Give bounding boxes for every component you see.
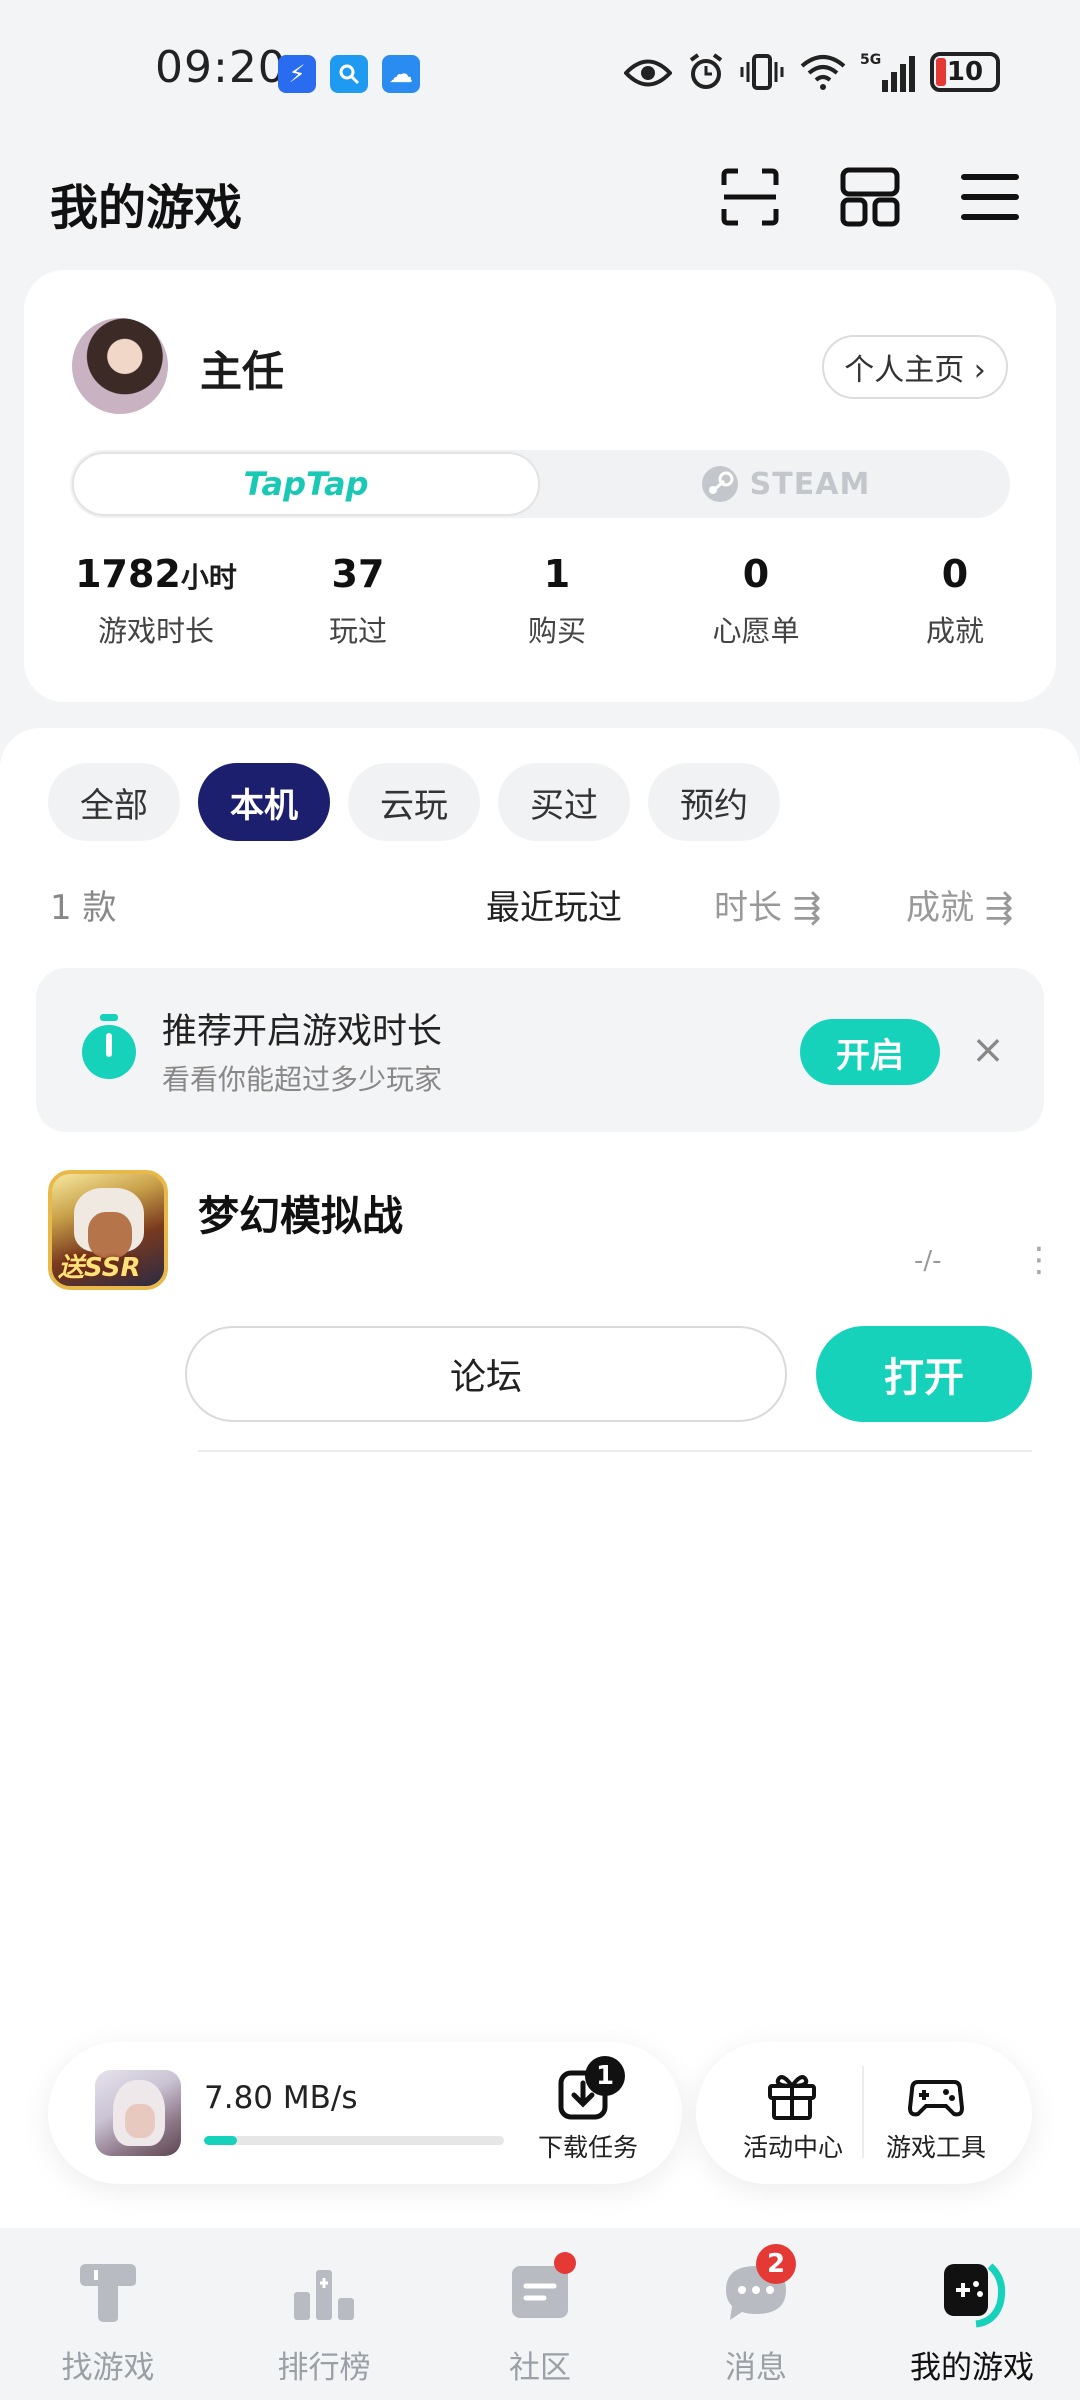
steam-tab[interactable]: STEAM	[560, 452, 1010, 516]
wifi-icon	[800, 55, 846, 90]
signal-5g-icon: 5G	[860, 52, 915, 92]
stat-achievements[interactable]: 0 成就	[855, 552, 1055, 650]
sort-recent[interactable]: 最近玩过	[486, 880, 622, 929]
nav-messages[interactable]: 2 消息	[648, 2244, 864, 2387]
game-tools-label[interactable]: 游戏工具	[886, 2128, 986, 2164]
game-icon[interactable]: 送SSR	[48, 1170, 168, 1290]
vibrate-icon	[740, 54, 784, 90]
eye-icon	[624, 59, 672, 87]
page-title: 我的游戏	[50, 180, 243, 236]
stat-label: 成就	[925, 614, 984, 648]
nav-label: 我的游戏	[910, 2350, 1034, 2386]
banner-title: 推荐开启游戏时长	[162, 1012, 443, 1052]
filter-local[interactable]: 本机	[198, 763, 330, 841]
game-list-panel	[0, 728, 1080, 2228]
steam-logo-icon	[701, 466, 738, 502]
filter-reserved[interactable]: 预约	[648, 763, 780, 841]
nav-label: 社区	[509, 2350, 571, 2386]
community-icon-wrap	[504, 2252, 576, 2328]
avatar[interactable]	[72, 318, 168, 414]
search-app-icon	[330, 55, 368, 93]
stat-label: 玩过	[328, 614, 387, 648]
svg-text:5G: 5G	[860, 52, 881, 68]
stat-label: 购买	[527, 614, 586, 648]
close-icon[interactable]: ×	[968, 1030, 1008, 1070]
stat-purchased[interactable]: 1 购买	[457, 552, 657, 650]
gift-icon[interactable]	[764, 2066, 820, 2122]
menu-icon[interactable]	[958, 165, 1022, 229]
download-task-label[interactable]: 下载任务	[538, 2128, 638, 2164]
nav-ranking[interactable]: 排行榜	[216, 2256, 432, 2387]
filter-all[interactable]: 全部	[48, 763, 180, 841]
stat-value: 1	[543, 552, 571, 596]
nav-label: 找游戏	[61, 2350, 155, 2386]
ranking-icon	[294, 2270, 354, 2320]
stat-unit: 小时	[180, 561, 237, 594]
stopwatch-icon	[82, 1014, 136, 1079]
nav-community[interactable]: 社区	[432, 2252, 648, 2387]
gamepad-icon[interactable]	[908, 2066, 964, 2122]
stat-label: 游戏时长	[97, 614, 214, 648]
activity-center-label[interactable]: 活动中心	[743, 2128, 843, 2164]
nav-label: 消息	[725, 2350, 787, 2386]
user-name: 主任	[200, 347, 285, 396]
stat-value: 0	[742, 552, 770, 596]
enable-playtime-button[interactable]: 开启	[800, 1019, 940, 1085]
nav-my-games[interactable]: 我的游戏	[864, 2256, 1080, 2387]
game-playtime: -/-	[914, 1246, 942, 1276]
status-time: 09:20	[155, 42, 287, 93]
taptap-tab[interactable]: TapTap	[72, 452, 540, 516]
status-bar: 09:20 ⚡ ☁ 5G 10	[0, 0, 1080, 140]
steam-tab-label: STEAM	[749, 466, 871, 502]
stat-playtime[interactable]: 1782小时 游戏时长	[56, 552, 256, 650]
bolt-app-icon: ⚡	[278, 55, 316, 93]
download-speed: 7.80 MB/s	[204, 2080, 358, 2116]
homepage-button[interactable]: 个人主页 ›	[822, 335, 1008, 399]
filter-cloud[interactable]: 云玩	[348, 763, 480, 841]
game-name[interactable]: 梦幻模拟战	[198, 1182, 403, 1242]
alarm-icon	[689, 53, 723, 89]
weather-app-icon: ☁	[382, 55, 420, 93]
stat-value: 0	[941, 552, 969, 596]
divider	[198, 1450, 1032, 1452]
stat-label: 心愿单	[712, 614, 800, 648]
banner-subtitle: 看看你能超过多少玩家	[162, 1063, 443, 1096]
nav-find-game[interactable]: 找游戏	[0, 2256, 216, 2387]
community-dot	[554, 2252, 576, 2274]
message-badge: 2	[756, 2244, 796, 2284]
stat-value: 1782	[75, 552, 181, 596]
sort-achievement[interactable]: 成就 ⇶	[906, 880, 1013, 929]
scan-icon[interactable]	[718, 165, 782, 229]
nav-label: 排行榜	[277, 2350, 371, 2386]
tools-divider	[862, 2066, 864, 2158]
download-progress-bar	[204, 2136, 504, 2145]
stat-value: 37	[331, 552, 385, 596]
download-task-badge: 1	[585, 2056, 625, 2096]
stat-played[interactable]: 37 玩过	[258, 552, 458, 650]
message-icon-wrap: 2	[720, 2244, 796, 2328]
open-game-button[interactable]: 打开	[816, 1326, 1032, 1422]
forum-button[interactable]: 论坛	[185, 1326, 787, 1422]
find-game-icon	[80, 2264, 136, 2322]
game-icon-tag: 送SSR	[58, 1253, 141, 1283]
game-count: 1 款	[50, 888, 117, 928]
sort-playtime[interactable]: 时长 ⇶	[714, 880, 821, 929]
more-options-icon[interactable]: ⋮	[1022, 1240, 1056, 1280]
download-progress-fill	[204, 2136, 237, 2145]
my-games-icon	[944, 2263, 1006, 2328]
layout-grid-icon[interactable]	[838, 165, 902, 229]
filter-bought[interactable]: 买过	[498, 763, 630, 841]
stat-wishlist[interactable]: 0 心愿单	[656, 552, 856, 650]
battery-indicator: 10	[930, 52, 1000, 92]
download-game-thumbnail	[95, 2070, 181, 2156]
